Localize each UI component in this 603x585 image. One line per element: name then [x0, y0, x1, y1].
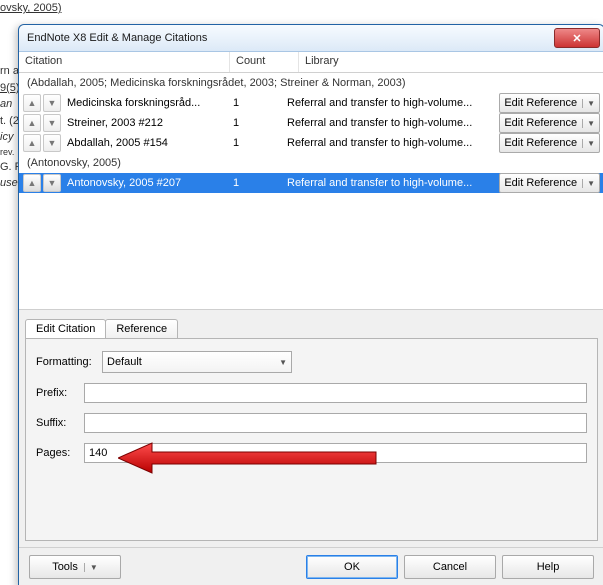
citation-library: Referral and transfer to high-volume... [287, 97, 495, 109]
arrow-up-icon: ▲ [28, 178, 37, 188]
close-button[interactable]: ✕ [554, 28, 600, 48]
arrow-down-icon: ▼ [48, 118, 57, 128]
citation-row[interactable]: ▲ ▼ Medicinska forskningsråd... 1 Referr… [19, 93, 603, 113]
arrow-down-icon: ▼ [48, 138, 57, 148]
move-up-button[interactable]: ▲ [23, 174, 41, 192]
move-up-button[interactable]: ▲ [23, 134, 41, 152]
chevron-down-icon: ▼ [279, 358, 287, 367]
citation-row[interactable]: ▲ ▼ Antonovsky, 2005 #207 1 Referral and… [19, 173, 603, 193]
col-library[interactable]: Library [299, 52, 603, 72]
formatting-select[interactable]: Default ▼ [102, 351, 292, 373]
tab-reference[interactable]: Reference [105, 319, 178, 338]
suffix-input[interactable] [84, 413, 587, 433]
edit-reference-button[interactable]: Edit Reference▼ [499, 133, 600, 153]
arrow-up-icon: ▲ [28, 118, 37, 128]
chevron-down-icon: ▼ [84, 563, 98, 572]
chevron-down-icon: ▼ [582, 119, 595, 128]
window-title: EndNote X8 Edit & Manage Citations [27, 32, 554, 44]
citation-row[interactable]: ▲ ▼ Streiner, 2003 #212 1 Referral and t… [19, 113, 603, 133]
arrow-down-icon: ▼ [48, 98, 57, 108]
citation-group-label: (Abdallah, 2005; Medicinska forskningsrå… [19, 73, 603, 93]
move-down-button[interactable]: ▼ [43, 114, 61, 132]
prefix-label: Prefix: [36, 387, 84, 399]
chevron-down-icon: ▼ [582, 179, 595, 188]
citation-text: Antonovsky, 2005 #207 [67, 177, 233, 189]
move-up-button[interactable]: ▲ [23, 114, 41, 132]
citation-group-label: (Antonovsky, 2005) [19, 153, 603, 173]
citation-row[interactable]: ▲ ▼ Abdallah, 2005 #154 1 Referral and t… [19, 133, 603, 153]
close-icon: ✕ [572, 32, 581, 45]
citation-text: Abdallah, 2005 #154 [67, 137, 233, 149]
formatting-label: Formatting: [36, 356, 102, 368]
citation-library: Referral and transfer to high-volume... [287, 117, 495, 129]
edit-panel: Edit Citation Reference Formatting: Defa… [19, 310, 603, 547]
move-down-button[interactable]: ▼ [43, 174, 61, 192]
citation-text: Medicinska forskningsråd... [67, 97, 233, 109]
ok-button[interactable]: OK [306, 555, 398, 579]
button-bar: Tools▼ OK Cancel Help [19, 547, 603, 585]
edit-reference-button[interactable]: Edit Reference▼ [499, 93, 600, 113]
col-citation[interactable]: Citation [19, 52, 230, 72]
citation-list: (Abdallah, 2005; Medicinska forskningsrå… [19, 73, 603, 309]
column-headers: Citation Count Library [19, 52, 603, 73]
citation-count: 1 [233, 117, 287, 129]
arrow-up-icon: ▲ [28, 138, 37, 148]
edit-reference-button[interactable]: Edit Reference▼ [499, 173, 600, 193]
citation-text: Streiner, 2003 #212 [67, 117, 233, 129]
prefix-input[interactable] [84, 383, 587, 403]
tools-button[interactable]: Tools▼ [29, 555, 121, 579]
chevron-down-icon: ▼ [582, 99, 595, 108]
citation-count: 1 [233, 137, 287, 149]
citation-count: 1 [233, 177, 287, 189]
pages-input[interactable] [84, 443, 587, 463]
edit-manage-citations-dialog: EndNote X8 Edit & Manage Citations ✕ Cit… [18, 24, 603, 585]
move-up-button[interactable]: ▲ [23, 94, 41, 112]
formatting-value: Default [107, 356, 142, 368]
tabstrip: Edit Citation Reference [25, 316, 598, 338]
col-count[interactable]: Count [230, 52, 299, 72]
citation-library: Referral and transfer to high-volume... [287, 177, 495, 189]
edit-citation-tabpanel: Formatting: Default ▼ Prefix: Suffix: Pa… [25, 338, 598, 541]
suffix-label: Suffix: [36, 417, 84, 429]
arrow-down-icon: ▼ [48, 178, 57, 188]
tab-edit-citation[interactable]: Edit Citation [25, 319, 106, 338]
titlebar: EndNote X8 Edit & Manage Citations ✕ [19, 25, 603, 52]
citation-library: Referral and transfer to high-volume... [287, 137, 495, 149]
edit-reference-button[interactable]: Edit Reference▼ [499, 113, 600, 133]
move-down-button[interactable]: ▼ [43, 94, 61, 112]
arrow-up-icon: ▲ [28, 98, 37, 108]
cancel-button[interactable]: Cancel [404, 555, 496, 579]
help-button[interactable]: Help [502, 555, 594, 579]
citation-count: 1 [233, 97, 287, 109]
pages-label: Pages: [36, 447, 84, 459]
chevron-down-icon: ▼ [582, 139, 595, 148]
move-down-button[interactable]: ▼ [43, 134, 61, 152]
